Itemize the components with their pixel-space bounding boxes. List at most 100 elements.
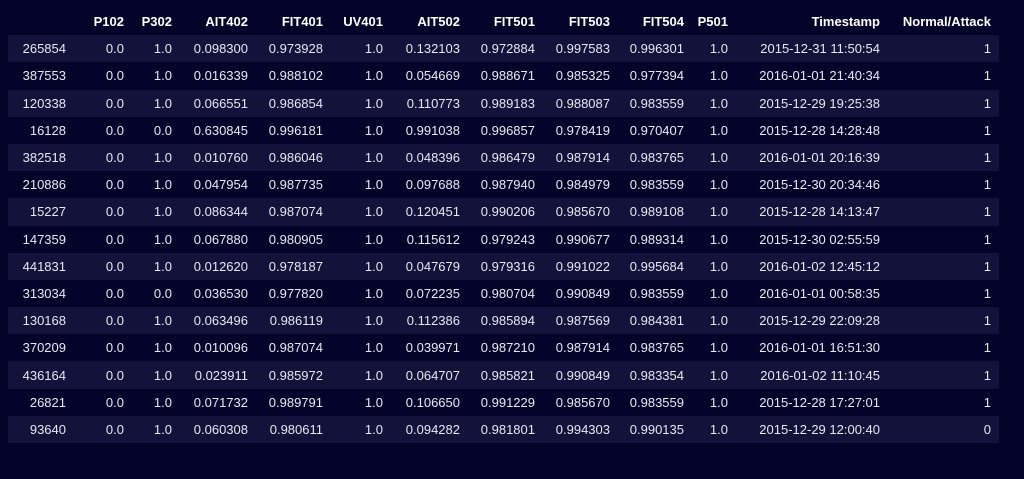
table-cell: 0.097688 <box>391 171 468 199</box>
table-cell: 0.980611 <box>256 415 331 443</box>
table-cell: 0.985325 <box>543 62 618 90</box>
table-row: 26821 0.0 1.0 0.071732 0.989791 1.0 0.106650 0.… <box>8 388 999 416</box>
row-index-cell: 210886 <box>8 171 74 199</box>
table-cell: 0.985821 <box>468 361 543 389</box>
column-header: AIT402 <box>180 8 256 36</box>
table-cell: 0.985670 <box>543 388 618 416</box>
table-cell: 0.990135 <box>618 415 692 443</box>
table-cell: 1.0 <box>132 89 180 117</box>
table-cell: 2016-01-02 12:45:12 <box>736 252 888 280</box>
table-row: 370209 0.0 1.0 0.010096 0.987074 1.0 0.039971 0… <box>8 334 999 362</box>
index-header-cell <box>8 8 74 36</box>
table-cell: 0.0 <box>74 252 132 280</box>
dataframe-table: P102 P302 AIT402 FIT401 UV401 AIT502 FIT501 FIT… <box>8 8 999 443</box>
table-cell: 0.039971 <box>391 334 468 362</box>
table-cell: 1 <box>888 198 999 226</box>
table-cell: 0.985894 <box>468 307 543 335</box>
table-cell: 1.0 <box>331 171 391 199</box>
table-row: 93640 0.0 1.0 0.060308 0.980611 1.0 0.094282 0.… <box>8 415 999 443</box>
table-cell: 1.0 <box>331 62 391 90</box>
table-cell: 2016-01-02 11:10:45 <box>736 361 888 389</box>
table-cell: 0.985670 <box>543 198 618 226</box>
table-cell: 0.978419 <box>543 116 618 144</box>
table-cell: 0.983559 <box>618 279 692 308</box>
table-cell: 0.063496 <box>180 307 256 335</box>
table-row: 120338 0.0 1.0 0.066551 0.986854 1.0 0.110773 0… <box>8 89 999 117</box>
table-cell: 1.0 <box>692 35 736 63</box>
table-cell: 1.0 <box>132 334 180 362</box>
table-cell: 0.0 <box>74 334 132 362</box>
table-cell: 0.0 <box>74 116 132 144</box>
table-cell: 2016-01-01 20:16:39 <box>736 143 888 172</box>
table-cell: 1.0 <box>331 307 391 335</box>
table-cell: 1.0 <box>331 198 391 226</box>
table-cell: 1 <box>888 116 999 144</box>
row-index-cell: 147359 <box>8 225 74 253</box>
table-cell: 0.972884 <box>468 35 543 63</box>
table-cell: 1.0 <box>132 388 180 416</box>
column-header: FIT503 <box>543 8 618 36</box>
table-cell: 2016-01-01 21:40:34 <box>736 62 888 90</box>
table-cell: 0.989791 <box>256 388 331 416</box>
table-cell: 0.098300 <box>180 35 256 63</box>
table-cell: 0.987735 <box>256 171 331 199</box>
table-cell: 0.978187 <box>256 252 331 280</box>
table-cell: 0.016339 <box>180 62 256 90</box>
table-cell: 0.023911 <box>180 361 256 389</box>
table-cell: 0.986119 <box>256 307 331 335</box>
table-cell: 0.094282 <box>391 415 468 443</box>
table-cell: 0.0 <box>74 279 132 308</box>
table-row: 441831 0.0 1.0 0.012620 0.978187 1.0 0.047679 0… <box>8 252 999 280</box>
table-cell: 2015-12-31 11:50:54 <box>736 35 888 63</box>
table-cell: 0.995684 <box>618 252 692 280</box>
table-cell: 0.977394 <box>618 62 692 90</box>
table-cell: 1 <box>888 225 999 253</box>
table-cell: 0.115612 <box>391 225 468 253</box>
table-cell: 0.132103 <box>391 35 468 63</box>
table-cell: 0.066551 <box>180 89 256 117</box>
table-cell: 1.0 <box>692 89 736 117</box>
table-cell: 0.0 <box>74 143 132 172</box>
row-index-cell: 93640 <box>8 415 74 443</box>
table-cell: 0.984979 <box>543 171 618 199</box>
table-cell: 2015-12-30 02:55:59 <box>736 225 888 253</box>
table-cell: 0.120451 <box>391 198 468 226</box>
column-header: P501 <box>692 8 736 36</box>
table-cell: 0.983765 <box>618 143 692 172</box>
table-cell: 0.979243 <box>468 225 543 253</box>
table-cell: 0.0 <box>74 415 132 443</box>
table-cell: 1.0 <box>692 143 736 172</box>
table-cell: 2016-01-01 00:58:35 <box>736 279 888 308</box>
table-cell: 2015-12-29 19:25:38 <box>736 89 888 117</box>
table-cell: 2015-12-29 22:09:28 <box>736 307 888 335</box>
row-index-cell: 436164 <box>8 361 74 389</box>
table-cell: 1.0 <box>331 415 391 443</box>
table-cell: 1 <box>888 35 999 63</box>
table-cell: 1 <box>888 89 999 117</box>
table-cell: 0.0 <box>74 225 132 253</box>
table-cell: 1.0 <box>132 171 180 199</box>
table-cell: 0.0 <box>132 279 180 308</box>
table-cell: 2015-12-30 20:34:46 <box>736 171 888 199</box>
column-header: UV401 <box>331 8 391 36</box>
table-cell: 0.983559 <box>618 89 692 117</box>
table-cell: 1.0 <box>132 143 180 172</box>
table-cell: 0.989183 <box>468 89 543 117</box>
table-row: 210886 0.0 1.0 0.047954 0.987735 1.0 0.097688 0… <box>8 171 999 199</box>
table-cell: 0.997583 <box>543 35 618 63</box>
table-cell: 0.0 <box>74 307 132 335</box>
table-cell: 0.047954 <box>180 171 256 199</box>
table-cell: 0.010760 <box>180 143 256 172</box>
table-cell: 1 <box>888 62 999 90</box>
column-header: P302 <box>132 8 180 36</box>
table-cell: 0 <box>888 415 999 443</box>
table-cell: 1 <box>888 279 999 308</box>
table-cell: 1 <box>888 334 999 362</box>
table-cell: 1.0 <box>331 388 391 416</box>
table-cell: 0.112386 <box>391 307 468 335</box>
table-cell: 1.0 <box>331 116 391 144</box>
table-cell: 0.054669 <box>391 62 468 90</box>
table-row: 382518 0.0 1.0 0.010760 0.986046 1.0 0.048396 0… <box>8 143 999 172</box>
table-cell: 1.0 <box>132 225 180 253</box>
table-cell: 0.986479 <box>468 143 543 172</box>
